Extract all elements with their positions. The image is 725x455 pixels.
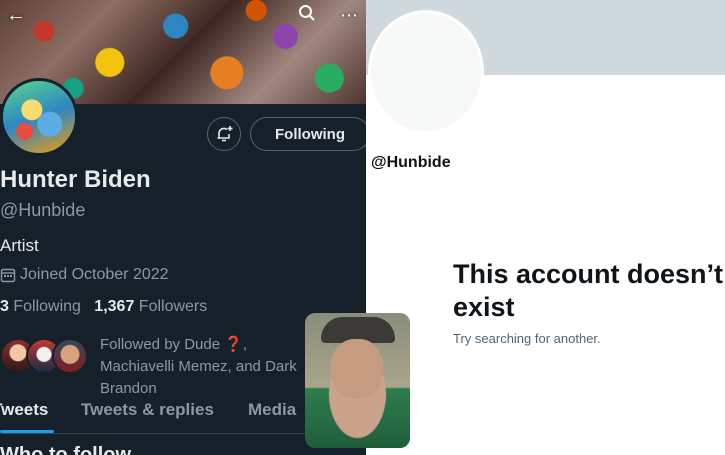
back-arrow-icon[interactable]: ← bbox=[6, 4, 26, 26]
followed-by-avatars[interactable] bbox=[0, 338, 96, 378]
face-shape bbox=[331, 339, 383, 399]
tab-tweets[interactable]: Tweets bbox=[0, 400, 48, 420]
account-missing-title: This account doesn’t exist bbox=[453, 259, 724, 322]
avatar[interactable] bbox=[0, 78, 78, 156]
joined-date: Joined October 2022 bbox=[0, 266, 169, 284]
avatar-placeholder bbox=[368, 10, 484, 134]
username-handle: @Hunbide bbox=[0, 200, 86, 220]
more-icon[interactable]: ⋯ bbox=[340, 4, 359, 26]
username-handle: @Hunbide bbox=[371, 154, 451, 171]
joined-text: Joined October 2022 bbox=[20, 266, 169, 283]
display-name: Hunter Biden bbox=[0, 166, 151, 193]
followers-link[interactable]: 1,367 Followers bbox=[94, 298, 207, 315]
search-icon[interactable] bbox=[298, 4, 316, 27]
profile-bio: Artist bbox=[0, 236, 39, 255]
section-heading: Who to follow bbox=[0, 444, 132, 455]
tab-tweets-replies[interactable]: Tweets & replies bbox=[81, 400, 214, 420]
account-missing-subtitle: Try searching for another. bbox=[453, 331, 601, 346]
following-link[interactable]: 3 Following bbox=[0, 298, 81, 315]
bell-plus-icon bbox=[217, 126, 233, 142]
missing-account-panel: @Hunbide This account doesn’t exist Try … bbox=[366, 0, 725, 455]
following-button[interactable]: Following bbox=[250, 117, 366, 151]
video-thumbnail[interactable] bbox=[305, 313, 410, 448]
tab-media[interactable]: Media bbox=[248, 400, 296, 420]
follow-counts: 3 Following 1,367 Followers bbox=[0, 298, 207, 316]
avatar bbox=[52, 338, 88, 374]
calendar-icon bbox=[0, 268, 16, 283]
notifications-button[interactable] bbox=[207, 117, 241, 151]
followed-by-text[interactable]: Followed by Dude ❓, Machiavelli Memez, a… bbox=[100, 334, 320, 400]
